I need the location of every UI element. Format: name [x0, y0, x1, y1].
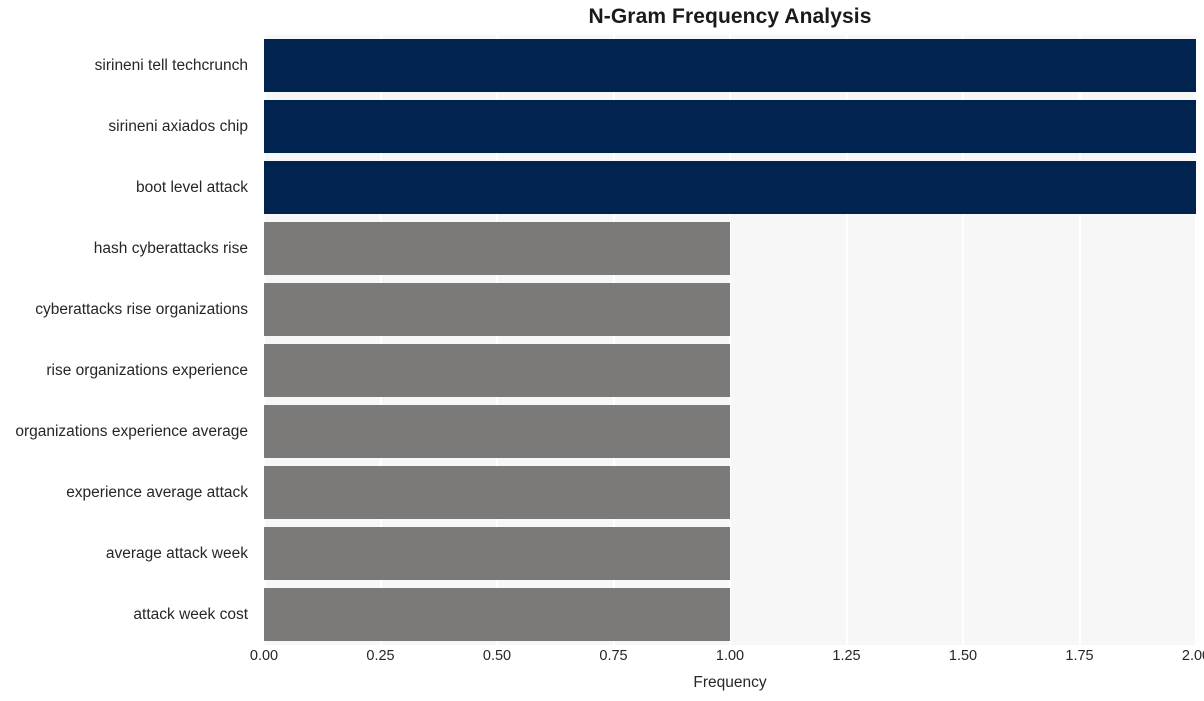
bar[interactable]	[264, 527, 730, 580]
x-tick-label: 0.50	[482, 648, 512, 664]
y-tick-label: cyberattacks rise organizations	[35, 300, 248, 318]
y-tick-label: average attack week	[105, 544, 248, 562]
y-tick-label: experience average attack	[66, 483, 248, 501]
x-tick-label: 0.00	[249, 648, 279, 664]
bar[interactable]	[264, 161, 1196, 214]
bar[interactable]	[264, 344, 730, 397]
x-tick-label: 1.25	[832, 648, 861, 664]
bar-row[interactable]	[264, 39, 1196, 92]
x-tick-label: 0.25	[366, 648, 395, 664]
bar[interactable]	[264, 405, 730, 458]
bar-row[interactable]	[264, 527, 1196, 580]
bar-row[interactable]	[264, 466, 1196, 519]
y-tick-label: sirineni tell techcrunch	[94, 56, 248, 74]
y-axis: sirineni tell techcrunch sirineni axiados…	[0, 35, 256, 645]
bar-row[interactable]	[264, 222, 1196, 275]
x-tick-label: 0.75	[599, 648, 628, 664]
bar[interactable]	[264, 39, 1196, 92]
bars-container	[264, 35, 1196, 645]
bar[interactable]	[264, 222, 730, 275]
bar[interactable]	[264, 283, 730, 336]
y-tick-label: hash cyberattacks rise	[93, 239, 248, 257]
y-tick-label: organizations experience average	[15, 422, 248, 440]
x-axis-ticks: 0.00 0.25 0.50 0.75 1.00 1.25 1.50 1.75 2.00	[0, 648, 1204, 670]
bar-row[interactable]	[264, 405, 1196, 458]
x-tick-label: 1.00	[715, 648, 745, 664]
plot-area	[263, 35, 1197, 645]
bar[interactable]	[264, 100, 1196, 153]
y-tick-label: rise organizations experience	[46, 361, 248, 379]
chart-figure: N-Gram Frequency Analysis sirineni tell …	[0, 0, 1204, 701]
y-tick-label: sirineni axiados chip	[108, 117, 248, 135]
y-tick-label: attack week cost	[133, 605, 248, 623]
bar-row[interactable]	[264, 588, 1196, 641]
y-tick-label: boot level attack	[135, 178, 248, 196]
bar-row[interactable]	[264, 161, 1196, 214]
bar-row[interactable]	[264, 100, 1196, 153]
chart-title: N-Gram Frequency Analysis	[588, 5, 872, 28]
bar[interactable]	[264, 466, 730, 519]
x-axis-title: Frequency	[693, 674, 767, 691]
bar[interactable]	[264, 588, 730, 641]
x-tick-label: 1.50	[948, 648, 978, 664]
bar-row[interactable]	[264, 344, 1196, 397]
bar-row[interactable]	[264, 283, 1196, 336]
x-tick-label: 2.00	[1181, 648, 1204, 664]
x-tick-label: 1.75	[1065, 648, 1094, 664]
